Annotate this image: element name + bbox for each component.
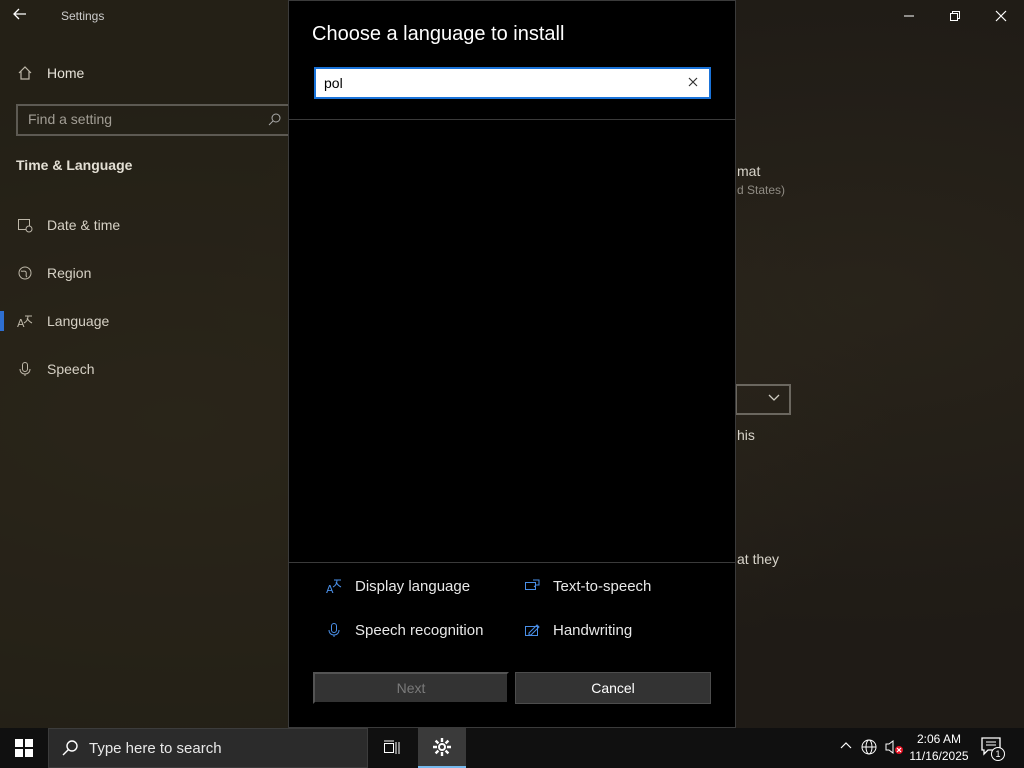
nav-home[interactable]: Home [16, 64, 84, 82]
language-dropdown[interactable] [735, 384, 791, 415]
feature-label: Display language [355, 577, 471, 595]
volume-muted-icon[interactable] [884, 738, 906, 758]
language-search-input[interactable] [324, 75, 664, 91]
description-fragment-2: at they [737, 551, 780, 567]
feature-display-language: A Display language [325, 577, 470, 595]
globe-icon [16, 264, 34, 282]
find-setting-placeholder: Find a setting [28, 111, 113, 127]
clock-time: 2:06 AM [916, 732, 962, 746]
dialog-title: Choose a language to install [312, 23, 565, 45]
start-button[interactable] [0, 728, 48, 768]
language-icon: A [16, 312, 34, 330]
minimize-button[interactable] [886, 0, 932, 32]
format-heading-fragment: mat [737, 163, 761, 179]
sidebar-item-label: Region [47, 265, 92, 281]
region-value-fragment: d States) [737, 183, 786, 197]
feature-label: Handwriting [553, 621, 633, 639]
sidebar-item-label: Speech [47, 361, 95, 377]
taskbar-settings-app[interactable] [418, 728, 466, 768]
sidebar-item-label: Date & time [47, 217, 121, 233]
text-to-speech-icon [523, 577, 541, 595]
clock-date: 11/16/2025 [909, 749, 969, 763]
close-icon [995, 10, 1007, 22]
restore-icon [950, 11, 960, 21]
taskbar-clock[interactable]: 2:06 AM 11/16/2025 [906, 731, 972, 765]
sidebar-item-language[interactable]: A Language [16, 312, 109, 330]
taskbar-search-box[interactable]: Type here to search [48, 728, 368, 768]
feature-text-to-speech: Text-to-speech [523, 577, 651, 595]
task-view-icon [384, 740, 400, 754]
sidebar-item-label: Language [47, 313, 110, 329]
show-hidden-icons-button[interactable] [836, 738, 856, 758]
taskbar: Type here to search 2:06 AM 11/16/2025 1 [0, 728, 1024, 768]
cancel-button[interactable]: Cancel [515, 672, 711, 704]
home-icon [16, 64, 34, 82]
feature-handwriting: Handwriting [523, 621, 632, 639]
svg-text:A: A [17, 317, 25, 329]
next-button[interactable]: Next [313, 672, 509, 704]
microphone-icon [325, 621, 343, 639]
microphone-icon [16, 360, 34, 378]
divider [289, 562, 735, 563]
sidebar-item-date-time[interactable]: Date & time [16, 216, 120, 234]
section-title: Time & Language [16, 157, 133, 173]
chevron-down-icon [767, 390, 781, 407]
notification-count-badge: 1 [991, 747, 1005, 761]
minimize-icon [904, 15, 914, 17]
taskbar-search-placeholder: Type here to search [89, 739, 222, 757]
clear-search-icon[interactable] [685, 75, 701, 91]
display-language-icon: A [325, 577, 343, 595]
window-title: Settings [61, 9, 105, 23]
language-search-box[interactable] [314, 67, 711, 99]
search-icon [61, 739, 79, 757]
feature-label: Speech recognition [355, 621, 484, 639]
restore-button[interactable] [932, 0, 978, 32]
handwriting-icon [523, 621, 541, 639]
find-setting-input[interactable]: Find a setting [16, 104, 290, 136]
description-fragment: his [737, 427, 755, 443]
feature-speech-recognition: Speech recognition [325, 621, 483, 639]
svg-text:A: A [326, 583, 334, 594]
back-arrow-icon[interactable] [12, 6, 36, 28]
windows-logo-icon [15, 739, 33, 757]
sidebar-item-speech[interactable]: Speech [16, 360, 94, 378]
search-icon [268, 112, 282, 129]
calendar-clock-icon [16, 216, 34, 234]
language-results-list[interactable] [289, 120, 735, 562]
selected-indicator [0, 311, 4, 331]
nav-home-label: Home [47, 65, 85, 81]
feature-label: Text-to-speech [553, 577, 652, 595]
gear-icon [433, 738, 451, 756]
network-icon[interactable] [860, 738, 882, 758]
task-view-button[interactable] [368, 728, 416, 768]
chevron-up-icon [840, 742, 852, 749]
sidebar-item-region[interactable]: Region [16, 264, 91, 282]
close-button[interactable] [978, 0, 1024, 32]
choose-language-dialog: Choose a language to install A Display l… [288, 0, 736, 728]
